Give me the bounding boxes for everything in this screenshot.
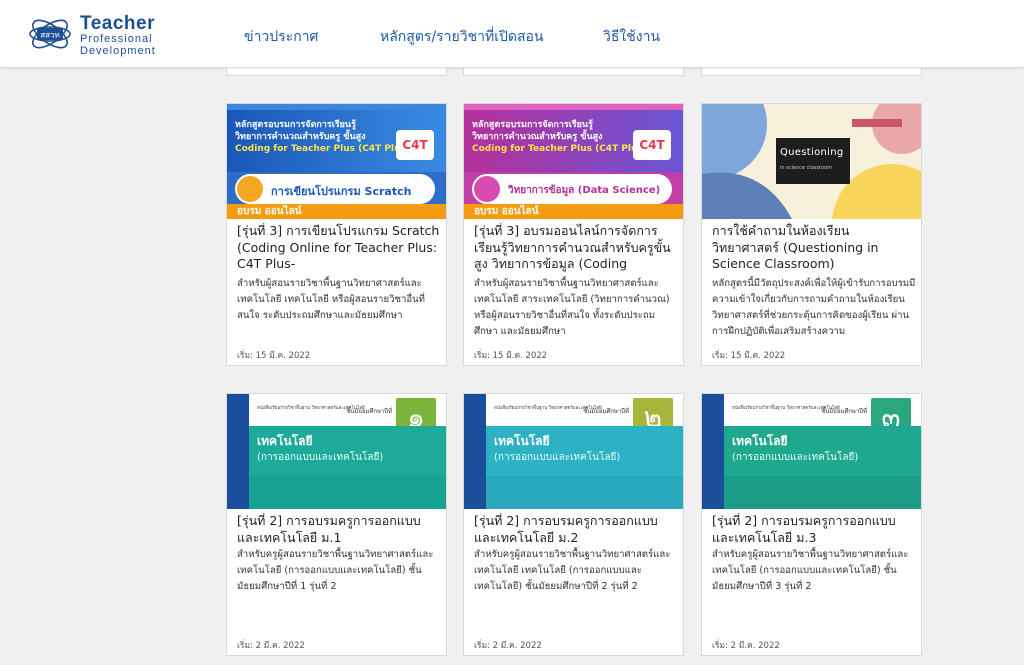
course-description: สำหรับครูผู้สอนรายวิชาพื้นฐานวิทยาศาสตร์…	[474, 549, 671, 592]
book-subject: เทคโนโลยี	[494, 434, 550, 448]
thumb-line1: หลักสูตรอบรมการจัดการเรียนรู้	[235, 120, 356, 130]
nav-courses[interactable]: หลักสูตร/รายวิชาที่เปิดสอน	[380, 26, 543, 48]
course-thumbnail: หนังสือเรียนรายวิชาพื้นฐาน วิทยาศาสตร์แล…	[227, 394, 446, 509]
questioning-sign: Questioning in science classroom	[776, 138, 850, 184]
book-spine	[464, 394, 486, 509]
ipst-emblem-icon: สสวท	[29, 19, 71, 49]
book-spine	[227, 394, 249, 509]
book-subtitle: (การออกแบบและเทคโนโลยี)	[732, 452, 859, 463]
course-thumbnail: หลักสูตรอบรมการจัดการเรียนรู้ วิทยาการคำ…	[227, 104, 446, 219]
course-start-date: เริ่ม: 15 มี.ค. 2022	[474, 351, 548, 361]
book-subtitle: (การออกแบบและเทคโนโลยี)	[257, 452, 384, 463]
site-logo[interactable]: สสวท Teacher Professional Development	[28, 9, 178, 59]
card-stub	[463, 68, 684, 76]
course-thumbnail: หนังสือเรียนรายวิชาพื้นฐาน วิทยาศาสตร์แล…	[464, 394, 683, 509]
course-title[interactable]: [รุ่นที่ 3] การเขียนโปรแกรม Scratch (Cod…	[237, 223, 441, 273]
thumb-line2: วิทยาการคำนวณสำหรับครู ขั้นสูง	[235, 132, 366, 142]
course-card[interactable]: หลักสูตรอบรมการจัดการเรียนรู้ วิทยาการคำ…	[226, 103, 447, 366]
data-search-icon	[474, 176, 500, 202]
thumb-bottom-strip: อบรม ออนไลน์	[227, 204, 446, 219]
course-description: สำหรับครูผู้สอนรายวิชาพื้นฐานวิทยาศาสตร์…	[237, 549, 434, 592]
course-thumbnail: หนังสือเรียนรายวิชาพื้นฐาน วิทยาศาสตร์แล…	[702, 394, 921, 509]
logo-line-professional: Professional	[80, 33, 153, 45]
course-thumbnail: Questioning in science classroom	[702, 104, 921, 219]
card-stub	[701, 68, 922, 76]
logo-line-development: Development	[80, 45, 156, 57]
course-title[interactable]: การใช้คำถามในห้องเรียนวิทยาศาสตร์ (Quest…	[712, 223, 916, 273]
thumb-topic-pill: การเขียนโปรแกรม Scratch	[235, 174, 435, 204]
course-title[interactable]: [รุ่นที่ 3] อบรมออนไลน์การจัดการเรียนรู้…	[474, 223, 678, 273]
course-card[interactable]: หลักสูตรอบรมการจัดการเรียนรู้ วิทยาการคำ…	[463, 103, 684, 366]
course-description: สำหรับผู้สอนรายวิชาพื้นฐานวิทยาศาสตร์และ…	[474, 278, 670, 337]
scratch-cat-icon	[237, 176, 263, 202]
course-start-date: เริ่ม: 15 มี.ค. 2022	[712, 351, 786, 361]
course-start-date: เริ่ม: 2 มี.ค. 2022	[712, 641, 780, 651]
c4t-logo: C4T	[396, 130, 434, 160]
top-header: สสวท Teacher Professional Development ข่…	[0, 0, 1024, 68]
card-stub	[226, 68, 447, 76]
nav-how-to-use[interactable]: วิธีใช้งาน	[603, 26, 660, 48]
course-start-date: เริ่ม: 2 มี.ค. 2022	[237, 641, 305, 651]
logo-line-teacher: Teacher	[80, 13, 155, 34]
course-start-date: เริ่ม: 2 มี.ค. 2022	[474, 641, 542, 651]
book-subtitle: (การออกแบบและเทคโนโลยี)	[494, 452, 621, 463]
book-spine	[702, 394, 724, 509]
course-card[interactable]: Questioning in science classroom การใช้ค…	[701, 103, 922, 366]
course-thumbnail: หลักสูตรอบรมการจัดการเรียนรู้ วิทยาการคำ…	[464, 104, 683, 219]
course-card[interactable]: หนังสือเรียนรายวิชาพื้นฐาน วิทยาศาสตร์แล…	[463, 393, 684, 656]
c4t-logo: C4T	[633, 130, 671, 160]
thumb-line3: Coding for Teacher Plus (C4T Plus)	[472, 144, 647, 154]
book-subject: เทคโนโลยี	[732, 434, 788, 448]
thumb-line2: วิทยาการคำนวณสำหรับครู ขั้นสูง	[472, 132, 603, 142]
course-description: สำหรับครูผู้สอนรายวิชาพื้นฐานวิทยาศาสตร์…	[712, 549, 909, 592]
nav-news[interactable]: ข่าวประกาศ	[244, 26, 318, 48]
logo-wordmark: Teacher Professional Development	[80, 14, 156, 57]
thumb-line3: Coding for Teacher Plus (C4T Plus)	[235, 144, 410, 154]
course-description: สำหรับผู้สอนรายวิชาพื้นฐานวิทยาศาสตร์และ…	[237, 278, 425, 321]
svg-text:สสวท: สสวท	[40, 31, 60, 40]
thumb-line1: หลักสูตรอบรมการจัดการเรียนรู้	[472, 120, 593, 130]
course-card[interactable]: หนังสือเรียนรายวิชาพื้นฐาน วิทยาศาสตร์แล…	[226, 393, 447, 656]
book-subject: เทคโนโลยี	[257, 434, 313, 448]
course-description: หลักสูตรนี้มีวัตถุประสงค์เพื่อให้ผู้เข้า…	[712, 278, 916, 337]
thumb-topic-pill: วิทยาการข้อมูล (Data Science)	[472, 174, 672, 204]
course-start-date: เริ่ม: 15 มี.ค. 2022	[237, 351, 311, 361]
thumb-bottom-strip: อบรม ออนไลน์	[464, 204, 683, 219]
course-card[interactable]: หนังสือเรียนรายวิชาพื้นฐาน วิทยาศาสตร์แล…	[701, 393, 922, 656]
